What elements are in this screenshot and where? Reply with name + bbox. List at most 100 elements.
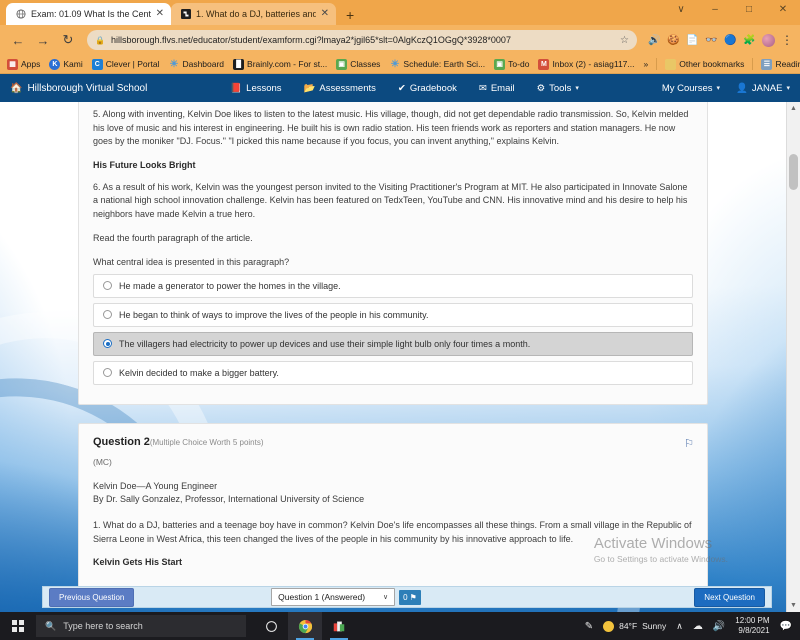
bookmark-todo[interactable]: ▣ To-do: [494, 58, 529, 70]
radio-icon[interactable]: [103, 310, 112, 319]
bookmarks-overflow-icon[interactable]: »: [644, 59, 649, 69]
blue-circle-icon[interactable]: 🔵: [724, 34, 737, 47]
user-icon: 👤: [736, 82, 748, 94]
scrollbar-thumb[interactable]: [789, 154, 798, 190]
question-select-group: Question 1 (Answered) ∨ 0 ⚑: [271, 588, 421, 606]
close-icon[interactable]: ✕: [321, 9, 329, 19]
reload-icon[interactable]: ↻: [57, 29, 79, 51]
exam-content-column: 5. Along with inventing, Kelvin Doe like…: [78, 102, 708, 607]
weather-widget[interactable]: 84°F Sunny: [603, 620, 666, 632]
pen-workspace-icon[interactable]: ✎: [585, 621, 593, 632]
cortana-icon[interactable]: [254, 612, 288, 640]
reader-icon[interactable]: 📄: [686, 34, 699, 47]
scroll-down-arrow-icon[interactable]: ▼: [787, 599, 800, 612]
profile-avatar[interactable]: [762, 33, 775, 47]
app-icon[interactable]: [322, 612, 356, 640]
nav-item-gradebook[interactable]: ✔ Gradebook: [398, 83, 457, 94]
scroll-up-arrow-icon[interactable]: ▲: [787, 102, 800, 115]
next-question-button[interactable]: Next Question: [694, 587, 765, 607]
flag-count-badge[interactable]: 0 ⚑: [399, 589, 421, 605]
forward-icon[interactable]: →: [32, 29, 54, 51]
other-bookmarks-folder[interactable]: Other bookmarks: [665, 58, 744, 70]
radio-icon[interactable]: [103, 368, 112, 377]
kami-icon: K: [49, 58, 61, 70]
notifications-icon[interactable]: 💬: [780, 621, 792, 632]
answer-choice-4[interactable]: Kelvin decided to make a bigger battery.: [93, 360, 693, 385]
flag-icon: ⚑: [409, 592, 417, 602]
question-1-card: 5. Along with inventing, Kelvin Doe like…: [78, 102, 708, 405]
puzzle-icon[interactable]: 🧩: [743, 34, 756, 47]
bookmark-apps[interactable]: ▦ Apps: [7, 58, 40, 70]
radio-icon[interactable]: [103, 281, 112, 290]
gear-icon: ⚙: [536, 82, 546, 94]
bookmark-star-icon[interactable]: ☆: [620, 35, 629, 46]
cookie-icon[interactable]: 🍪: [667, 34, 680, 47]
bookmark-inbox[interactable]: M Inbox (2) - asiag117...: [538, 58, 635, 70]
site-brand[interactable]: 🏠 Hillsborough Virtual School: [10, 83, 147, 94]
browser-tab-2[interactable]: 1. What do a DJ, batteries and a t ✕: [171, 3, 336, 25]
bookmark-brainly[interactable]: █ Brainly.com - For st...: [233, 58, 327, 70]
nav-item-user-janae[interactable]: 👤 JANAE ▾: [736, 83, 790, 94]
close-window-button[interactable]: ✕: [766, 4, 800, 15]
taskbar-search[interactable]: 🔍 Type here to search: [36, 615, 246, 637]
nav-item-lessons[interactable]: 📕 Lessons: [230, 83, 281, 94]
answer-choice-3[interactable]: The villagers had electricity to power u…: [93, 331, 693, 356]
chevron-down-icon: ▾: [786, 85, 790, 92]
previous-question-button[interactable]: Previous Question: [49, 587, 135, 607]
taskbar-clock[interactable]: 12:00 PM 9/8/2021: [735, 616, 769, 636]
minimize-button[interactable]: –: [698, 4, 732, 15]
question-select[interactable]: Question 1 (Answered) ∨: [271, 588, 396, 606]
browser-tab-1[interactable]: Exam: 01.09 What Is the Central I ✕: [6, 3, 171, 25]
radio-icon-selected[interactable]: [103, 339, 112, 348]
chrome-menu-icon[interactable]: ⋮: [781, 33, 793, 47]
tab-search-icon[interactable]: ∨: [664, 4, 698, 15]
onedrive-icon[interactable]: ☁: [693, 621, 703, 632]
exam-navigation-bar: Previous Question Question 1 (Answered) …: [42, 586, 772, 608]
paragraph-1: 1. What do a DJ, batteries and a teenage…: [93, 520, 692, 544]
nav-item-email[interactable]: ✉ Email: [479, 83, 515, 94]
reading-list-button[interactable]: ☰ Reading list: [761, 58, 800, 70]
lock-icon: 🔒: [95, 35, 105, 45]
choice-label: Kelvin decided to make a bigger battery.: [119, 367, 279, 378]
nav-item-assessments[interactable]: 📂 Assessments: [304, 83, 376, 94]
check-icon: ✔: [397, 82, 406, 94]
close-icon[interactable]: ✕: [156, 9, 164, 19]
volume-icon[interactable]: 🔊: [713, 621, 725, 632]
sun-icon: [603, 620, 615, 632]
question-prompt: What central idea is presented in this p…: [93, 256, 290, 267]
page-scrollbar[interactable]: ▲ ▼: [786, 102, 800, 612]
tab-title: Exam: 01.09 What Is the Central I: [31, 9, 151, 19]
new-tab-button[interactable]: +: [346, 8, 354, 22]
envelope-icon: ✉: [478, 82, 487, 94]
volume-icon[interactable]: 🔊: [648, 34, 661, 47]
answer-choice-1[interactable]: He made a generator to power the homes i…: [93, 273, 693, 298]
show-hidden-icons-chevron[interactable]: ∧: [676, 621, 683, 632]
globe-icon: [15, 9, 26, 20]
back-icon[interactable]: ←: [7, 29, 29, 51]
question-number: Question 2: [93, 435, 150, 448]
url-text: hillsborough.flvs.net/educator/student/e…: [110, 35, 511, 45]
bookmark-schedule[interactable]: ☀ Schedule: Earth Sci...: [389, 59, 485, 70]
bookmark-clever[interactable]: C Clever | Portal: [91, 58, 159, 70]
bookmark-label: Kami: [63, 59, 83, 69]
subheading-kelvin-start: Kelvin Gets His Start: [93, 557, 183, 568]
question-2-card: ⚐ Question 2(Multiple Choice Worth 5 poi…: [78, 422, 708, 607]
bookmark-dashboard[interactable]: ☀ Dashboard: [168, 59, 224, 70]
nav-label: My Courses: [661, 82, 713, 94]
bookmark-kami[interactable]: K Kami: [49, 58, 83, 70]
address-bar[interactable]: 🔒 hillsborough.flvs.net/educator/student…: [87, 30, 637, 50]
nav-item-tools[interactable]: ⚙ Tools ▾: [537, 83, 579, 94]
glasses-icon[interactable]: 👓: [705, 34, 718, 47]
nav-item-my-courses[interactable]: My Courses ▾: [662, 83, 720, 94]
exam-scroll-area[interactable]: 5. Along with inventing, Kelvin Doe like…: [0, 102, 786, 612]
answer-choice-2[interactable]: He began to think of ways to improve the…: [93, 302, 693, 327]
subheading-his-future: His Future Looks Bright: [93, 159, 196, 170]
article-heading: Kelvin Doe—A Young Engineer By Dr. Sally…: [93, 480, 693, 508]
chrome-icon[interactable]: [288, 612, 322, 640]
bookmark-classes[interactable]: ▣ Classes: [336, 58, 380, 70]
flag-icon[interactable]: ⚐: [684, 437, 694, 450]
tab-title: 1. What do a DJ, batteries and a t: [196, 9, 316, 19]
start-button[interactable]: [0, 620, 36, 632]
maximize-button[interactable]: □: [732, 4, 766, 15]
question-type-tag: (MC): [93, 456, 112, 467]
